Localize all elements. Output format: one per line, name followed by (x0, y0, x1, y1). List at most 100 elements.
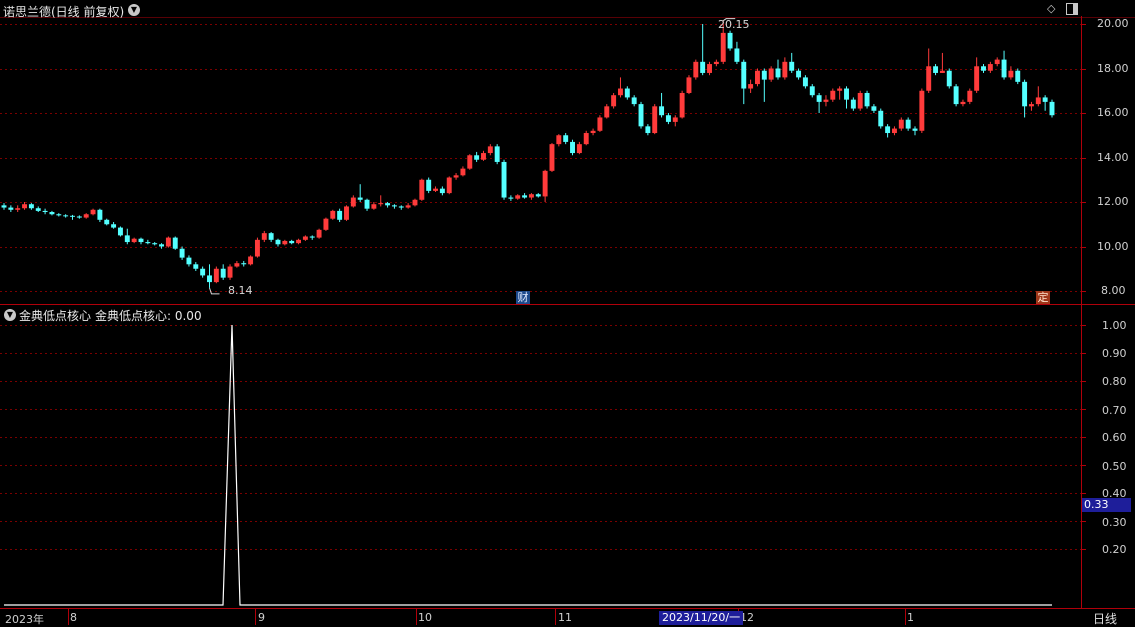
candle-body (1015, 70, 1021, 82)
announcement-badge[interactable]: 定 (1036, 291, 1050, 304)
candle-body (501, 161, 507, 198)
candle-body (1049, 101, 1055, 116)
candle-body (207, 275, 212, 283)
candle-body (665, 115, 671, 122)
candle-body (604, 106, 610, 118)
candle-body (939, 70, 945, 73)
candle-body (433, 188, 438, 191)
candle-body (15, 208, 21, 210)
chart-title: 诺思兰德(日线 前复权) (3, 5, 125, 19)
candle-body (693, 61, 699, 78)
candle-body (172, 237, 178, 249)
candle-body (796, 70, 802, 78)
candle-body (1008, 70, 1014, 78)
candle-body (857, 92, 863, 109)
candle-body (981, 66, 986, 71)
candle-body (946, 70, 952, 87)
candle-body (193, 264, 199, 269)
candle-body (152, 243, 158, 245)
price-axis-label: 8.00 (1101, 284, 1126, 297)
candle-body (8, 207, 14, 210)
candle-body (179, 248, 185, 258)
candle-body (734, 48, 740, 62)
candle-body (398, 206, 404, 208)
candle-body (508, 197, 514, 199)
indicator-axis-label: 0.20 (1102, 543, 1127, 556)
candle-body (837, 88, 843, 91)
candle-body (453, 175, 459, 178)
candle-body (248, 256, 254, 265)
candle-body (460, 168, 466, 176)
candle-body (912, 128, 918, 131)
indicator-axis-label: 0.80 (1102, 375, 1127, 388)
chevron-down-icon[interactable]: ▼ (128, 4, 140, 16)
low-pointer (209, 287, 220, 295)
candle-body (357, 197, 363, 200)
candle-body (63, 215, 69, 217)
candle-body (672, 117, 678, 122)
financial-report-badge[interactable]: 财 (516, 291, 530, 304)
indicator-name[interactable]: 金典低点核心 (19, 307, 91, 324)
candle-body (850, 99, 856, 109)
candle-body (344, 206, 349, 220)
price-axis-label: 18.00 (1097, 62, 1129, 75)
candle-body (213, 268, 219, 283)
indicator-axis-label: 0.60 (1102, 431, 1127, 444)
candle-body (337, 210, 343, 220)
candle-body (487, 146, 493, 154)
candle-body (570, 141, 575, 154)
candle-body (919, 90, 925, 131)
diamond-icon[interactable]: ◇ (1047, 2, 1055, 15)
panel-layout-icon[interactable] (1066, 3, 1078, 15)
x-axis-label: 9 (258, 611, 265, 624)
candle-body (926, 66, 932, 91)
chevron-down-icon[interactable]: ▼ (4, 309, 16, 321)
candle-body (481, 153, 486, 160)
timeframe-label[interactable]: 日线 (1093, 610, 1117, 627)
candle-body (809, 86, 815, 96)
candle-body (933, 66, 939, 73)
candle-body (302, 236, 308, 240)
x-axis-label: 1 (907, 611, 914, 624)
candle-body (131, 238, 137, 243)
candle-body (844, 88, 849, 100)
candle-body (323, 218, 329, 230)
candle-body (159, 244, 165, 247)
candle-body (35, 208, 41, 211)
candle-body (686, 77, 692, 93)
candle-body (891, 128, 897, 134)
candle-body (90, 209, 96, 215)
candle-body (426, 179, 432, 191)
candle-body (138, 238, 144, 243)
candle-body (905, 119, 911, 129)
candle-body (761, 70, 767, 80)
candle-body (994, 59, 1000, 65)
candle-body (638, 104, 644, 127)
candle-body (268, 233, 274, 240)
candle-body (494, 146, 500, 162)
candle-body (97, 209, 103, 220)
candle-body (522, 195, 528, 198)
candle-body (515, 195, 521, 199)
candle-body (289, 240, 295, 244)
candle-body (296, 239, 302, 244)
candle-body (49, 212, 55, 215)
candle-body (111, 224, 117, 228)
price-axis-label: 12.00 (1097, 195, 1129, 208)
price-axis-label: 20.00 (1097, 17, 1129, 30)
candle-body (186, 257, 192, 265)
candle-body (652, 106, 658, 134)
price-axis-label: 14.00 (1097, 151, 1129, 164)
candle-body (22, 204, 28, 209)
candle-body (960, 101, 966, 105)
candle-body (590, 130, 596, 134)
candle-body (76, 216, 82, 218)
candle-body (1028, 104, 1034, 107)
candle-body (967, 90, 973, 102)
current-value-badge: 0.33 (1082, 498, 1131, 512)
stock-chart-window: 诺思兰德(日线 前复权) ▼ ◇ 20.15 8.14 财 定 20.00 18… (0, 0, 1135, 627)
candle-body (953, 86, 959, 105)
candle-body (104, 219, 110, 225)
candle-body (611, 95, 617, 107)
candle-body (467, 155, 473, 169)
